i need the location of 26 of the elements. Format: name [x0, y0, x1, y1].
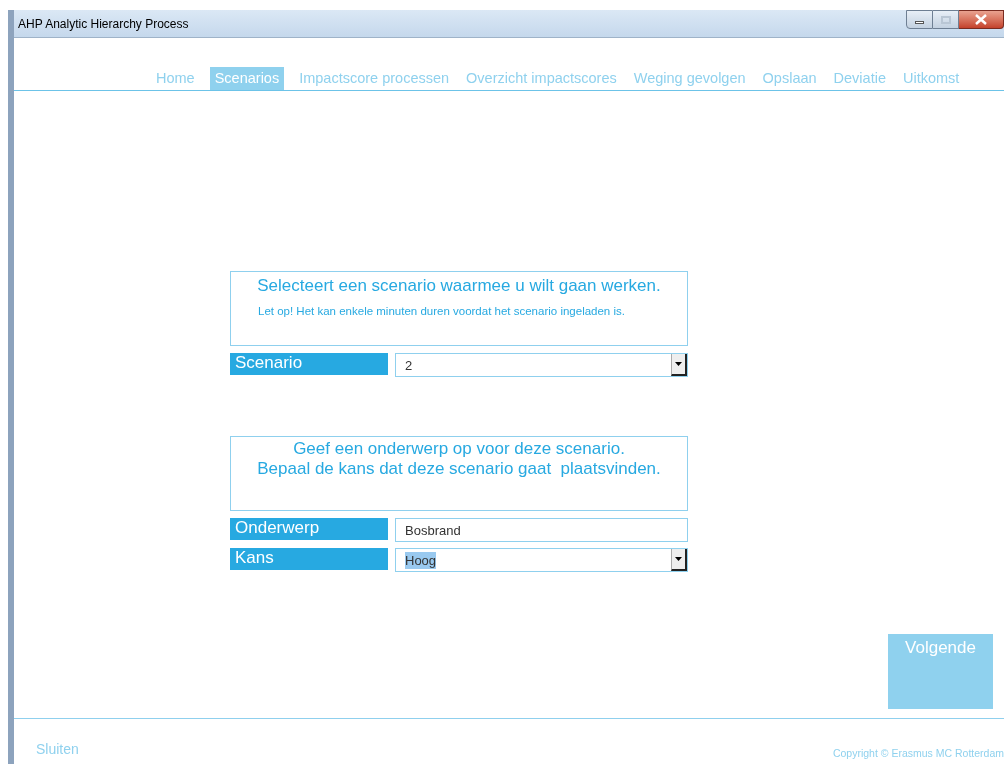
next-button[interactable]: Volgende: [888, 634, 993, 709]
copyright-text: Copyright © Erasmus MC Rotterdam: [832, 746, 1004, 761]
input-field[interactable]: Bosbrand: [395, 518, 688, 542]
panel-heading: Selecteert een scenario waarmee u wilt gaan werken.: [256, 275, 662, 297]
nav-tab[interactable]: Weging gevolgen: [631, 67, 748, 90]
dropdown[interactable]: 2: [395, 353, 688, 377]
nav-tab[interactable]: Opslaan: [760, 67, 819, 90]
close-button[interactable]: [959, 10, 1004, 29]
dropdown[interactable]: Hoog: [395, 548, 688, 572]
close-icon: [975, 14, 987, 25]
field-label: Scenario: [230, 353, 388, 375]
panel-text-line: Geef een onderwerp op voor deze scenario.: [293, 439, 625, 459]
field-label: Onderwerp: [230, 518, 388, 540]
panel-text-line: Bepaal de kans dat deze scenario gaat plaatsvinden.: [257, 459, 661, 479]
nav-tab[interactable]: Home: [154, 67, 197, 90]
nav-tab[interactable]: Impactscore processen: [297, 67, 452, 90]
window-title: AHP Analytic Hierarchy Process: [17, 15, 189, 33]
nav-tab[interactable]: Overzicht impactscores: [464, 67, 619, 90]
close-link[interactable]: Sluiten: [36, 739, 79, 760]
maximize-button[interactable]: [933, 10, 959, 29]
nav-tab[interactable]: Uitkomst: [900, 67, 962, 90]
field-label: Kans: [230, 548, 388, 570]
nav-tab[interactable]: Scenarios: [209, 67, 285, 90]
panel-note: Let op! Het kan enkele minuten duren voordat het scenario ingeladen is.: [258, 303, 626, 319]
minimize-button[interactable]: [906, 10, 933, 29]
nav-tab[interactable]: Deviatie: [831, 67, 888, 90]
